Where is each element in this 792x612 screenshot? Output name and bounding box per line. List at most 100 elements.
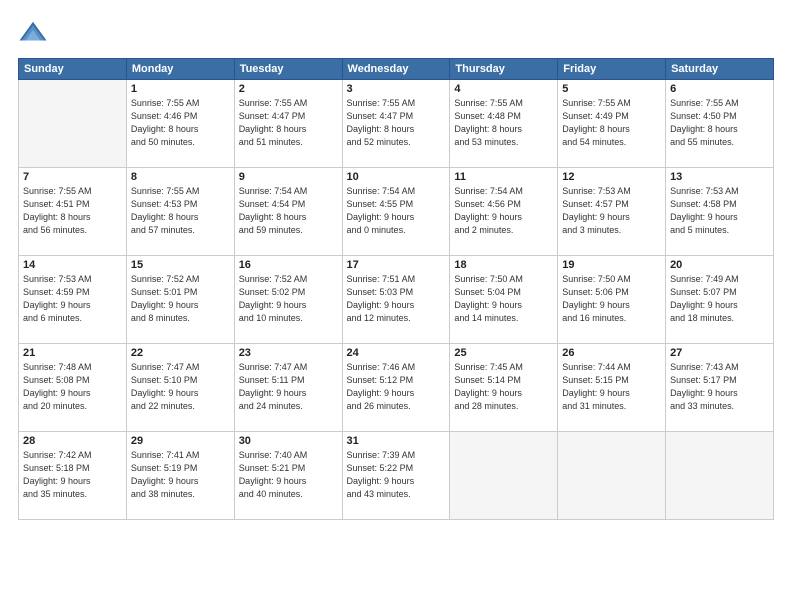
day-info: Sunrise: 7:40 AMSunset: 5:21 PMDaylight:…	[239, 449, 338, 501]
day-info: Sunrise: 7:53 AMSunset: 4:59 PMDaylight:…	[23, 273, 122, 325]
day-info: Sunrise: 7:54 AMSunset: 4:55 PMDaylight:…	[347, 185, 446, 237]
day-info: Sunrise: 7:52 AMSunset: 5:01 PMDaylight:…	[131, 273, 230, 325]
weekday-header-tuesday: Tuesday	[234, 59, 342, 80]
calendar-table: SundayMondayTuesdayWednesdayThursdayFrid…	[18, 58, 774, 520]
calendar-header: SundayMondayTuesdayWednesdayThursdayFrid…	[19, 59, 774, 80]
weekday-header-friday: Friday	[558, 59, 666, 80]
day-info: Sunrise: 7:55 AMSunset: 4:53 PMDaylight:…	[131, 185, 230, 237]
calendar-cell: 31 Sunrise: 7:39 AMSunset: 5:22 PMDayligh…	[342, 432, 450, 520]
day-info: Sunrise: 7:53 AMSunset: 4:57 PMDaylight:…	[562, 185, 661, 237]
week-row-2: 7Sunrise: 7:55 AMSunset: 4:51 PMDaylight…	[19, 168, 774, 256]
day-info: Sunrise: 7:41 AMSunset: 5:19 PMDaylight:…	[131, 449, 230, 501]
day-number: 14	[23, 259, 122, 271]
day-info: Sunrise: 7:48 AMSunset: 5:08 PMDaylight:…	[23, 361, 122, 413]
calendar-cell: 15 Sunrise: 7:52 AMSunset: 5:01 PMDayligh…	[126, 256, 234, 344]
day-info: Sunrise: 7:47 AMSunset: 5:10 PMDaylight:…	[131, 361, 230, 413]
calendar-cell: 2 Sunrise: 7:55 AMSunset: 4:47 PMDaylight…	[234, 80, 342, 168]
calendar-cell: 17 Sunrise: 7:51 AMSunset: 5:03 PMDayligh…	[342, 256, 450, 344]
calendar-cell	[450, 432, 558, 520]
day-info: Sunrise: 7:55 AMSunset: 4:50 PMDaylight:…	[670, 97, 769, 149]
calendar-cell: 25 Sunrise: 7:45 AMSunset: 5:14 PMDayligh…	[450, 344, 558, 432]
day-number: 17	[347, 259, 446, 271]
day-info: Sunrise: 7:45 AMSunset: 5:14 PMDaylight:…	[454, 361, 553, 413]
calendar-cell: 23Sunrise: 7:47 AMSunset: 5:11 PMDayligh…	[234, 344, 342, 432]
weekday-header-saturday: Saturday	[666, 59, 774, 80]
calendar-cell: 19 Sunrise: 7:50 AMSunset: 5:06 PMDayligh…	[558, 256, 666, 344]
day-info: Sunrise: 7:51 AMSunset: 5:03 PMDaylight:…	[347, 273, 446, 325]
week-row-4: 21Sunrise: 7:48 AMSunset: 5:08 PMDayligh…	[19, 344, 774, 432]
day-info: Sunrise: 7:55 AMSunset: 4:51 PMDaylight:…	[23, 185, 122, 237]
calendar-cell	[666, 432, 774, 520]
day-number: 10	[347, 171, 446, 183]
calendar-cell: 18 Sunrise: 7:50 AMSunset: 5:04 PMDayligh…	[450, 256, 558, 344]
weekday-header-monday: Monday	[126, 59, 234, 80]
calendar-cell	[19, 80, 127, 168]
calendar-cell: 4 Sunrise: 7:55 AMSunset: 4:48 PMDaylight…	[450, 80, 558, 168]
weekday-header-wednesday: Wednesday	[342, 59, 450, 80]
weekday-header-thursday: Thursday	[450, 59, 558, 80]
day-number: 22	[131, 347, 230, 359]
calendar-cell: 13Sunrise: 7:53 AMSunset: 4:58 PMDayligh…	[666, 168, 774, 256]
day-info: Sunrise: 7:55 AMSunset: 4:46 PMDaylight:…	[131, 97, 230, 149]
day-info: Sunrise: 7:46 AMSunset: 5:12 PMDaylight:…	[347, 361, 446, 413]
calendar-cell: 28 Sunrise: 7:42 AMSunset: 5:18 PMDayligh…	[19, 432, 127, 520]
day-info: Sunrise: 7:55 AMSunset: 4:48 PMDaylight:…	[454, 97, 553, 149]
week-row-3: 14 Sunrise: 7:53 AMSunset: 4:59 PMDayligh…	[19, 256, 774, 344]
day-info: Sunrise: 7:47 AMSunset: 5:11 PMDaylight:…	[239, 361, 338, 413]
header	[18, 18, 774, 48]
calendar-body: 1 Sunrise: 7:55 AMSunset: 4:46 PMDaylight…	[19, 80, 774, 520]
calendar-cell	[558, 432, 666, 520]
day-number: 5	[562, 83, 661, 95]
calendar-cell: 27 Sunrise: 7:43 AMSunset: 5:17 PMDayligh…	[666, 344, 774, 432]
day-number: 15	[131, 259, 230, 271]
day-info: Sunrise: 7:39 AMSunset: 5:22 PMDaylight:…	[347, 449, 446, 501]
day-info: Sunrise: 7:53 AMSunset: 4:58 PMDaylight:…	[670, 185, 769, 237]
day-info: Sunrise: 7:54 AMSunset: 4:54 PMDaylight:…	[239, 185, 338, 237]
calendar-cell: 7Sunrise: 7:55 AMSunset: 4:51 PMDaylight…	[19, 168, 127, 256]
day-number: 8	[131, 171, 230, 183]
day-number: 26	[562, 347, 661, 359]
logo-icon	[18, 18, 48, 48]
day-number: 4	[454, 83, 553, 95]
calendar-cell: 26 Sunrise: 7:44 AMSunset: 5:15 PMDayligh…	[558, 344, 666, 432]
day-info: Sunrise: 7:43 AMSunset: 5:17 PMDaylight:…	[670, 361, 769, 413]
week-row-5: 28 Sunrise: 7:42 AMSunset: 5:18 PMDayligh…	[19, 432, 774, 520]
day-info: Sunrise: 7:55 AMSunset: 4:47 PMDaylight:…	[347, 97, 446, 149]
calendar-cell: 1 Sunrise: 7:55 AMSunset: 4:46 PMDaylight…	[126, 80, 234, 168]
day-number: 6	[670, 83, 769, 95]
calendar-cell: 29 Sunrise: 7:41 AMSunset: 5:19 PMDayligh…	[126, 432, 234, 520]
day-number: 29	[131, 435, 230, 447]
day-number: 31	[347, 435, 446, 447]
day-info: Sunrise: 7:42 AMSunset: 5:18 PMDaylight:…	[23, 449, 122, 501]
day-number: 27	[670, 347, 769, 359]
day-info: Sunrise: 7:50 AMSunset: 5:06 PMDaylight:…	[562, 273, 661, 325]
weekday-row: SundayMondayTuesdayWednesdayThursdayFrid…	[19, 59, 774, 80]
day-number: 28	[23, 435, 122, 447]
day-number: 1	[131, 83, 230, 95]
weekday-header-sunday: Sunday	[19, 59, 127, 80]
day-info: Sunrise: 7:55 AMSunset: 4:49 PMDaylight:…	[562, 97, 661, 149]
calendar-cell: 10 Sunrise: 7:54 AMSunset: 4:55 PMDayligh…	[342, 168, 450, 256]
day-info: Sunrise: 7:50 AMSunset: 5:04 PMDaylight:…	[454, 273, 553, 325]
day-info: Sunrise: 7:55 AMSunset: 4:47 PMDaylight:…	[239, 97, 338, 149]
day-number: 24	[347, 347, 446, 359]
day-number: 20	[670, 259, 769, 271]
calendar-cell: 14 Sunrise: 7:53 AMSunset: 4:59 PMDayligh…	[19, 256, 127, 344]
logo	[18, 18, 52, 48]
calendar-cell: 12Sunrise: 7:53 AMSunset: 4:57 PMDayligh…	[558, 168, 666, 256]
day-number: 30	[239, 435, 338, 447]
calendar-cell: 5 Sunrise: 7:55 AMSunset: 4:49 PMDaylight…	[558, 80, 666, 168]
day-number: 25	[454, 347, 553, 359]
calendar-cell: 30 Sunrise: 7:40 AMSunset: 5:21 PMDayligh…	[234, 432, 342, 520]
day-number: 18	[454, 259, 553, 271]
page: SundayMondayTuesdayWednesdayThursdayFrid…	[0, 0, 792, 612]
day-info: Sunrise: 7:54 AMSunset: 4:56 PMDaylight:…	[454, 185, 553, 237]
calendar-cell: 21Sunrise: 7:48 AMSunset: 5:08 PMDayligh…	[19, 344, 127, 432]
week-row-1: 1 Sunrise: 7:55 AMSunset: 4:46 PMDaylight…	[19, 80, 774, 168]
day-number: 2	[239, 83, 338, 95]
day-number: 3	[347, 83, 446, 95]
calendar-cell: 22 Sunrise: 7:47 AMSunset: 5:10 PMDayligh…	[126, 344, 234, 432]
day-info: Sunrise: 7:44 AMSunset: 5:15 PMDaylight:…	[562, 361, 661, 413]
calendar-cell: 11Sunrise: 7:54 AMSunset: 4:56 PMDayligh…	[450, 168, 558, 256]
day-number: 19	[562, 259, 661, 271]
